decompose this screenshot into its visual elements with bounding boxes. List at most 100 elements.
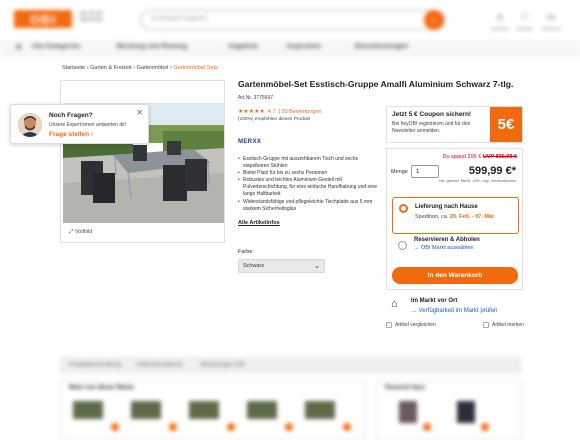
article-number: Art.Nr. 3775697 [238,95,274,101]
price: 599,99 €* [468,165,516,177]
rec-thumbnail[interactable] [73,401,103,419]
chevron-right-icon: › [90,131,94,138]
header-claim: Ein Ort für Menschen [80,11,104,23]
fullscreen-button[interactable]: ⤢ Vollbild [69,229,92,236]
rating-value[interactable]: 4.7 [268,109,276,115]
rec-thumbnail[interactable] [131,401,161,419]
rec-thumbnail[interactable] [305,401,335,419]
rec-thumbnail[interactable] [457,401,475,423]
user-label: Anmelden [490,26,509,31]
coupon-badge: 5€ [490,107,522,142]
user-icon[interactable]: ☺ [493,12,507,23]
delivery-sub: Spedition, ca. [415,214,449,220]
breadcrumb-garden[interactable]: Garten & Freizeit › [90,65,135,71]
coupon-banner[interactable]: Jetzt 5 € Coupon sichern! Bei heyOBI reg… [386,106,523,143]
feature-item: Esstisch-Gruppe mit ausziehbarem Tisch u… [238,156,378,170]
checkbox-icon [483,322,489,328]
nav-item-services[interactable]: Dienstleistungen [355,44,408,50]
breadcrumb-home[interactable]: Startseite › [62,65,89,71]
wishlist-label: Merkliste [516,26,533,31]
remember-checkbox[interactable]: Artikel merken [483,322,524,328]
coupon-title: Jetzt 5 € Coupon sichern! [392,111,472,118]
savings-text: Du sparst 295 € UVP 895,98 € [442,154,517,160]
nav-item-advice[interactable]: Beratung und Planung [117,44,187,50]
rating[interactable]: ★★★★★ 4.7 | 20 Bewertungen [238,108,322,116]
brand-recommendations: Mehr von dieser Marke [60,380,366,440]
add-icon[interactable] [343,423,351,431]
chat-popup[interactable]: Noch Fragen? Unsere Expert:innen antwort… [10,104,149,144]
site-header: OBI Ein Ort für Menschen Suchbegriff ein… [0,0,580,40]
feature-item: Bietet Platz für bis zu sechs Personen [238,170,378,177]
color-label: Farbe: [238,249,254,255]
recommendation-text: (100%) empfehlen dieses Produkt [238,117,311,122]
product-title: Gartenmöbel-Set Esstisch-Gruppe Amalfi A… [238,79,514,89]
search-icon[interactable]: ⌕ [424,10,444,30]
checkbox-icon [386,322,392,328]
rec-thumbnail[interactable] [399,401,417,423]
tab-reviews[interactable]: Bewertungen (20) [201,362,245,368]
nav-item-offers[interactable]: Angebote [228,44,258,50]
rec-title: Mehr von dieser Marke [69,385,135,391]
feature-item: Robustes und leichtes Aluminium-Gestell … [238,177,378,198]
breadcrumb-current[interactable]: Gartenmöbel-Sets [173,65,218,71]
search-input[interactable]: Suchbegriff eingeben [151,16,208,22]
old-price: UVP 895,98 € [482,154,517,160]
nav-item-inspiration[interactable]: Inspiration [287,44,321,50]
fullscreen-label: Vollbild [74,229,93,235]
pickup-option[interactable]: Reservieren & Abholen → OBI Markt auswäh… [392,235,519,265]
compare-checkbox[interactable]: Artikel vergleichen [386,322,436,328]
check-availability-link[interactable]: → Verfügbarkeit im Markt prüfen [411,308,497,314]
pickup-radio[interactable] [398,241,407,250]
ask-question-label: Frage stellen [49,131,90,138]
cart-label: Warenkorb [541,26,561,31]
nav-item-categories[interactable]: Alle Kategorien [32,44,81,50]
main-nav: ☰ Alle Kategorien Beratung und Planung A… [0,40,580,56]
add-icon[interactable] [227,423,235,431]
expert-avatar [18,113,42,137]
reviews-link[interactable]: | 20 Bewertungen [279,109,322,115]
chat-title: Noch Fragen? [49,112,93,119]
brand-logo[interactable]: MERXX [238,139,261,145]
search-bar[interactable]: Suchbegriff eingeben ⌕ [140,10,445,30]
obi-logo[interactable]: OBI [14,10,72,28]
delivery-option[interactable]: Lieferung nach Hause Spedition, ca. 29. … [392,197,519,234]
tab-delivery[interactable]: Lieferinformationen [136,362,183,368]
buy-box: Du sparst 295 € UVP 895,98 € Menge 1 599… [386,148,523,290]
select-store-link[interactable]: → OBI Markt auswählen [414,245,474,251]
price-note: inkl. gesetzl. MwSt. 19%, zzgl. Versandk… [438,179,516,183]
heart-icon[interactable]: ♡ [518,12,532,23]
quantity-input[interactable]: 1 [411,165,439,178]
ask-question-link[interactable]: Frage stellen › [49,131,93,138]
add-icon[interactable] [169,423,177,431]
delivery-info: Spedition, ca. 29. Feb. - 07. Mär. [415,214,495,220]
delivery-date: 29. Feb. - 07. Mär. [449,214,496,220]
matching-recommendations: Passend dazu [376,380,522,440]
coupon-text: Bei heyOBI registrieren und für den News… [392,121,471,134]
cart-icon[interactable]: ▭ [544,12,558,23]
rec-thumbnail[interactable] [189,401,219,419]
rec-thumbnail[interactable] [247,401,277,419]
rec-title: Passend dazu [385,385,426,391]
close-icon[interactable]: ✕ [136,108,143,117]
all-info-link[interactable]: Alle Artikelinfos [238,220,280,226]
add-icon[interactable] [285,423,293,431]
chat-text: Unsere Expert:innen antworten dir! [49,122,127,128]
add-icon[interactable] [481,423,489,431]
add-icon[interactable] [423,423,431,431]
breadcrumb: Startseite › Garten & Freizeit › Gartenm… [62,65,218,71]
compare-label: Artikel vergleichen [395,322,436,328]
pickup-title: Reservieren & Abholen [414,237,480,243]
add-to-cart-button[interactable]: In den Warenkorb [392,267,518,284]
tab-description[interactable]: Produktbeschreibung [69,362,121,368]
color-select[interactable]: Schwarz ⌄ [238,259,325,273]
delivery-title: Lieferung nach Hause [415,204,478,210]
store-icon: ⌂ [391,298,398,310]
delivery-radio[interactable] [399,204,408,213]
color-value: Schwarz [243,263,265,269]
add-icon[interactable] [111,423,119,431]
nav-menu-icon[interactable]: ☰ [16,44,22,51]
store-title: Im Markt vor Ort [411,298,458,304]
breadcrumb-furniture[interactable]: Gartenmöbel › [137,65,172,71]
savings-amount: Du sparst 295 € [442,154,482,160]
quantity-label: Menge [391,169,408,175]
